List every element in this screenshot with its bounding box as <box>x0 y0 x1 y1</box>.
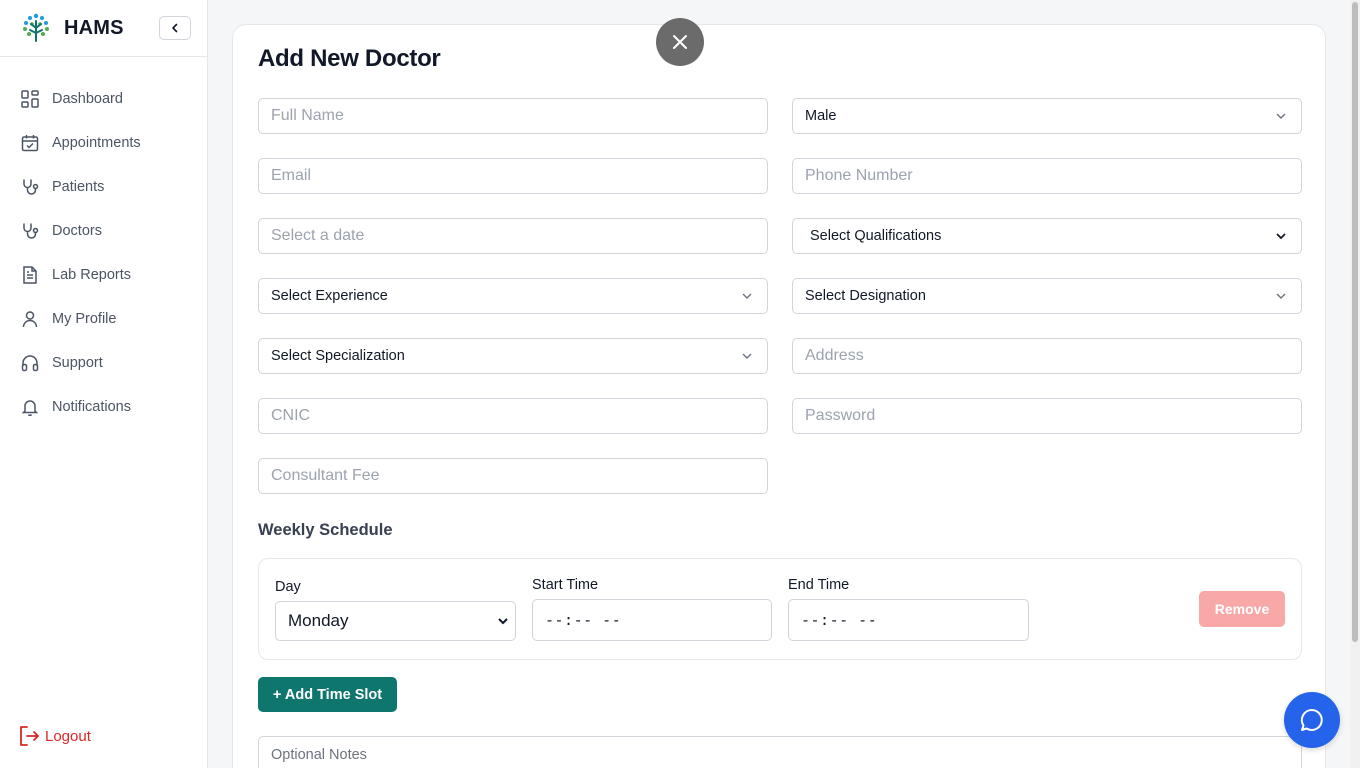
logout-icon <box>20 726 39 746</box>
sidebar-item-appointments[interactable]: Appointments <box>0 121 207 165</box>
sidebar-item-label: Doctors <box>52 223 102 239</box>
phone-field[interactable] <box>792 158 1302 194</box>
email-field[interactable] <box>258 158 768 194</box>
chevron-left-icon <box>172 23 178 33</box>
chat-bubble-icon <box>1300 708 1323 731</box>
consultant-fee-input[interactable] <box>271 459 767 493</box>
sidebar-item-label: Lab Reports <box>52 267 131 283</box>
phone-input[interactable] <box>805 159 1301 193</box>
notes-placeholder: Optional Notes <box>271 747 367 763</box>
optional-notes-textarea[interactable]: Optional Notes <box>258 736 1302 768</box>
time-slot-row: Day Monday Start Time --:-- -- End Time … <box>258 558 1302 660</box>
address-input[interactable] <box>805 339 1301 373</box>
cnic-input[interactable] <box>271 399 767 433</box>
stethoscope-icon <box>20 221 40 241</box>
add-time-slot-button[interactable]: + Add Time Slot <box>258 677 397 712</box>
file-text-icon <box>20 265 40 285</box>
headphones-icon <box>20 353 40 373</box>
sidebar-item-patients[interactable]: Patients <box>0 165 207 209</box>
brand-name: HAMS <box>64 16 124 39</box>
bell-icon <box>20 397 40 417</box>
chevron-down-icon <box>498 618 508 625</box>
specialization-select[interactable]: Select Specialization <box>258 338 768 374</box>
experience-select[interactable]: Select Experience <box>258 278 768 314</box>
close-modal-button[interactable] <box>656 18 704 66</box>
brand-header: HAMS <box>0 0 207 57</box>
stethoscope-icon <box>20 177 40 197</box>
sidebar-item-my-profile[interactable]: My Profile <box>0 297 207 341</box>
scrollbar-thumb[interactable] <box>1352 2 1358 642</box>
sidebar-item-label: Dashboard <box>52 91 123 107</box>
experience-value: Select Experience <box>271 288 388 304</box>
address-field[interactable] <box>792 338 1302 374</box>
email-input[interactable] <box>271 159 767 193</box>
sidebar-item-label: My Profile <box>52 311 117 327</box>
gender-select[interactable]: Male <box>792 98 1302 134</box>
remove-slot-button[interactable]: Remove <box>1199 591 1285 627</box>
sidebar-item-support[interactable]: Support <box>0 341 207 385</box>
gender-value: Male <box>805 108 837 124</box>
dashboard-icon <box>20 89 40 109</box>
weekly-schedule-title: Weekly Schedule <box>258 521 393 539</box>
sidebar-item-label: Appointments <box>52 135 141 151</box>
date-field[interactable] <box>258 218 768 254</box>
user-icon <box>20 309 40 329</box>
consultant-fee-field[interactable] <box>258 458 768 494</box>
qualifications-select[interactable]: Select Qualifications <box>792 218 1302 254</box>
chevron-down-icon <box>1276 233 1286 240</box>
page-title: Add New Doctor <box>258 45 441 72</box>
chat-button[interactable] <box>1284 692 1340 748</box>
day-label: Day <box>275 579 301 595</box>
sidebar-item-notifications[interactable]: Notifications <box>0 385 207 429</box>
date-input[interactable] <box>271 219 767 253</box>
chevron-down-icon <box>742 293 752 299</box>
start-time-input[interactable]: --:-- -- <box>532 599 772 641</box>
day-select[interactable]: Monday <box>275 601 516 641</box>
sidebar-item-lab-reports[interactable]: Lab Reports <box>0 253 207 297</box>
tree-logo-icon <box>23 13 49 42</box>
sidebar-nav: Dashboard Appointments Patients Doctors … <box>0 57 207 429</box>
calendar-check-icon <box>20 133 40 153</box>
day-value: Monday <box>288 611 349 630</box>
add-doctor-card: Add New Doctor Male Select Qualification… <box>232 24 1326 768</box>
full-name-input[interactable] <box>271 99 767 133</box>
page-scrollbar[interactable] <box>1350 0 1360 768</box>
sidebar-item-doctors[interactable]: Doctors <box>0 209 207 253</box>
sidebar-item-label: Patients <box>52 179 105 195</box>
specialization-value: Select Specialization <box>271 348 405 364</box>
sidebar-item-dashboard[interactable]: Dashboard <box>0 77 207 121</box>
chevron-down-icon <box>1276 113 1286 119</box>
end-time-input[interactable]: --:-- -- <box>788 599 1029 641</box>
logout-button[interactable]: Logout <box>17 724 91 748</box>
logout-label: Logout <box>45 727 91 745</box>
full-name-field[interactable] <box>258 98 768 134</box>
close-icon <box>673 35 687 49</box>
end-time-value: --:-- -- <box>801 611 878 629</box>
start-time-label: Start Time <box>532 577 599 593</box>
qualifications-value: Select Qualifications <box>810 228 942 244</box>
designation-value: Select Designation <box>805 288 926 304</box>
password-input[interactable] <box>805 399 1301 433</box>
chevron-down-icon <box>1276 293 1286 299</box>
sidebar-item-label: Support <box>52 355 103 371</box>
end-time-label: End Time <box>788 577 850 593</box>
cnic-field[interactable] <box>258 398 768 434</box>
sidebar-item-label: Notifications <box>52 399 131 415</box>
sidebar: HAMS Dashboard Appointments Patients Doc… <box>0 0 208 768</box>
designation-select[interactable]: Select Designation <box>792 278 1302 314</box>
password-field[interactable] <box>792 398 1302 434</box>
start-time-value: --:-- -- <box>545 611 622 629</box>
collapse-sidebar-button[interactable] <box>159 16 191 40</box>
chevron-down-icon <box>742 353 752 359</box>
